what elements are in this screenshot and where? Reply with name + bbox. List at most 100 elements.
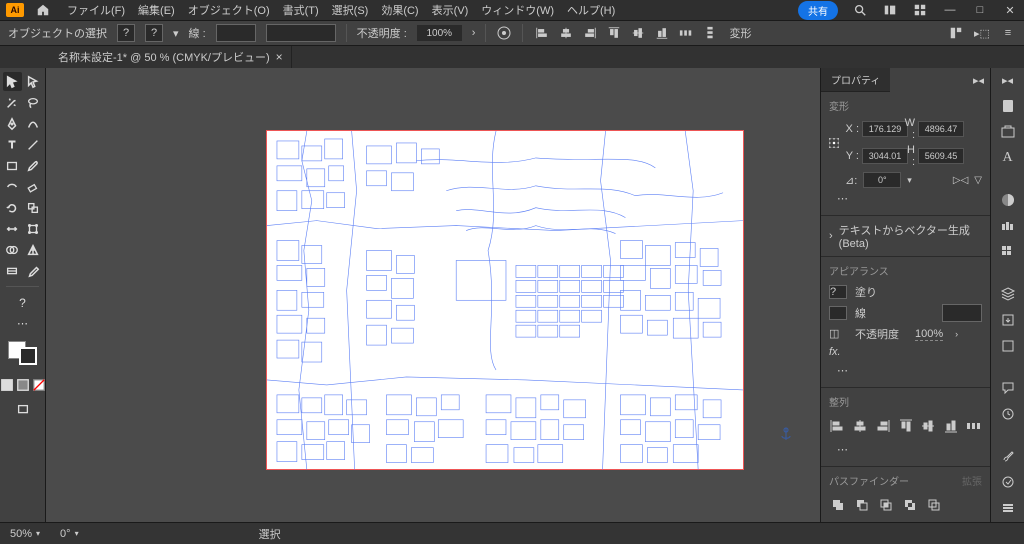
align-bottom-icon[interactable] bbox=[653, 24, 671, 42]
align-hcenter-icon[interactable] bbox=[557, 24, 575, 42]
canvas[interactable] bbox=[46, 68, 820, 522]
angle-input[interactable] bbox=[863, 172, 901, 188]
color-panel-icon[interactable] bbox=[999, 192, 1017, 208]
dist-h-icon[interactable] bbox=[965, 417, 982, 435]
dist-h-icon[interactable] bbox=[677, 24, 695, 42]
flip-h-icon[interactable]: ▷◁ bbox=[953, 175, 968, 186]
magic-wand-tool[interactable] bbox=[3, 93, 22, 112]
color-mode[interactable] bbox=[0, 375, 14, 394]
minus-front-icon[interactable] bbox=[853, 496, 871, 514]
gradient-tool[interactable] bbox=[3, 261, 22, 280]
stroke-swatch[interactable] bbox=[829, 306, 847, 320]
lasso-tool[interactable] bbox=[24, 93, 43, 112]
shaper-tool[interactable] bbox=[3, 177, 22, 196]
menu-view[interactable]: 表示(V) bbox=[427, 0, 474, 20]
align-right-icon[interactable] bbox=[874, 417, 891, 435]
align-top-icon[interactable] bbox=[605, 24, 623, 42]
chevron-down-icon[interactable]: ▾ bbox=[75, 529, 79, 538]
asset-export-icon[interactable] bbox=[999, 312, 1017, 328]
stroke-weight-input[interactable] bbox=[942, 304, 982, 322]
essentials-icon[interactable] bbox=[948, 25, 964, 41]
none-mode[interactable] bbox=[32, 375, 46, 394]
h-input[interactable] bbox=[918, 148, 964, 164]
shape-builder-tool[interactable] bbox=[3, 240, 22, 259]
color-guide-icon[interactable] bbox=[999, 218, 1017, 234]
libraries-icon[interactable] bbox=[999, 124, 1017, 140]
selection-tool[interactable] bbox=[3, 72, 22, 91]
panel-tab-properties[interactable]: プロパティ bbox=[821, 68, 890, 92]
home-icon[interactable] bbox=[36, 3, 50, 17]
opacity-value[interactable]: 100% bbox=[915, 328, 943, 341]
comments-icon[interactable] bbox=[999, 380, 1017, 396]
search-icon[interactable] bbox=[852, 2, 868, 18]
dist-v-icon[interactable] bbox=[701, 24, 719, 42]
curvature-tool[interactable] bbox=[24, 114, 43, 133]
opacity-input[interactable] bbox=[417, 25, 462, 41]
unite-icon[interactable] bbox=[829, 496, 847, 514]
zoom-value[interactable]: 50% bbox=[10, 528, 32, 540]
rectangle-tool[interactable] bbox=[3, 156, 22, 175]
align-more-icon[interactable]: ⋯ bbox=[829, 439, 982, 460]
swatches-icon[interactable] bbox=[999, 244, 1017, 260]
free-transform-tool[interactable] bbox=[24, 219, 43, 238]
fill-stroke-swatches[interactable] bbox=[2, 339, 43, 369]
adobe-express-icon[interactable]: ▸⬚ bbox=[974, 25, 990, 41]
recolor-icon[interactable] bbox=[496, 25, 512, 41]
fill-swatch[interactable]: ? bbox=[829, 285, 847, 299]
brushes-icon[interactable] bbox=[999, 448, 1017, 464]
menu-effect[interactable]: 効果(C) bbox=[376, 0, 423, 20]
align-left-icon[interactable] bbox=[829, 417, 846, 435]
intersect-icon[interactable] bbox=[877, 496, 895, 514]
menu-help[interactable]: ヘルプ(H) bbox=[562, 0, 620, 20]
workspace-icon[interactable] bbox=[912, 2, 928, 18]
line-tool[interactable] bbox=[24, 135, 43, 154]
menu-edit[interactable]: 編集(E) bbox=[133, 0, 180, 20]
stroke-weight-dropdown[interactable] bbox=[216, 24, 256, 42]
eyedropper-tool[interactable] bbox=[24, 261, 43, 280]
stroke-panel-icon[interactable] bbox=[999, 500, 1017, 516]
history-icon[interactable] bbox=[999, 406, 1017, 422]
menu-select[interactable]: 選択(S) bbox=[327, 0, 374, 20]
scale-tool[interactable] bbox=[24, 198, 43, 217]
document-tab[interactable]: 名称未設定-1* @ 50 % (CMYK/プレビュー) × bbox=[50, 46, 292, 68]
help-tool[interactable]: ? bbox=[13, 293, 32, 312]
align-vcenter-icon[interactable] bbox=[920, 417, 937, 435]
stroke-color[interactable] bbox=[19, 347, 37, 365]
reference-point-icon[interactable] bbox=[829, 138, 839, 148]
eraser-tool[interactable] bbox=[24, 177, 43, 196]
anchor-widget-icon[interactable] bbox=[778, 426, 794, 442]
stroke-swatch[interactable]: ? bbox=[145, 24, 163, 42]
share-button[interactable]: 共有 bbox=[798, 1, 838, 20]
expand-dock-icon[interactable]: ▸◂ bbox=[999, 74, 1017, 88]
paintbrush-tool[interactable] bbox=[24, 156, 43, 175]
gradient-mode[interactable] bbox=[16, 375, 30, 394]
artboards-icon[interactable] bbox=[999, 338, 1017, 354]
type-tool[interactable] bbox=[3, 135, 22, 154]
menu-object[interactable]: オブジェクト(O) bbox=[183, 0, 275, 20]
text-vector-icon[interactable]: A bbox=[999, 150, 1017, 166]
align-bottom-icon[interactable] bbox=[943, 417, 960, 435]
chevron-down-icon[interactable]: ▾ bbox=[36, 529, 40, 538]
menu-type[interactable]: 書式(T) bbox=[278, 0, 324, 20]
chevron-right-icon[interactable]: › bbox=[955, 329, 958, 339]
angle-dropdown-icon[interactable]: ▾ bbox=[907, 175, 912, 186]
screen-mode[interactable] bbox=[13, 400, 32, 419]
artboard[interactable] bbox=[266, 130, 744, 470]
width-tool[interactable] bbox=[3, 219, 22, 238]
align-hcenter-icon[interactable] bbox=[852, 417, 869, 435]
fill-swatch[interactable]: ? bbox=[117, 24, 135, 42]
align-left-icon[interactable] bbox=[533, 24, 551, 42]
flip-v-icon[interactable]: ▽ bbox=[974, 175, 982, 186]
maximize-icon[interactable]: □ bbox=[972, 2, 988, 18]
align-top-icon[interactable] bbox=[897, 417, 914, 435]
align-vcenter-icon[interactable] bbox=[629, 24, 647, 42]
stroke-style-dropdown[interactable] bbox=[266, 24, 336, 42]
text-to-vector-section[interactable]: › テキストからベクター生成 (Beta) bbox=[821, 216, 990, 257]
menu-file[interactable]: ファイル(F) bbox=[62, 0, 130, 20]
rotate-value[interactable]: 0° bbox=[60, 528, 71, 540]
transform-label[interactable]: 変形 bbox=[729, 25, 751, 41]
edit-toolbar[interactable]: ⋯ bbox=[13, 314, 32, 333]
pen-tool[interactable] bbox=[3, 114, 22, 133]
w-input[interactable] bbox=[918, 121, 964, 137]
fx-label[interactable]: fx. bbox=[829, 346, 841, 358]
